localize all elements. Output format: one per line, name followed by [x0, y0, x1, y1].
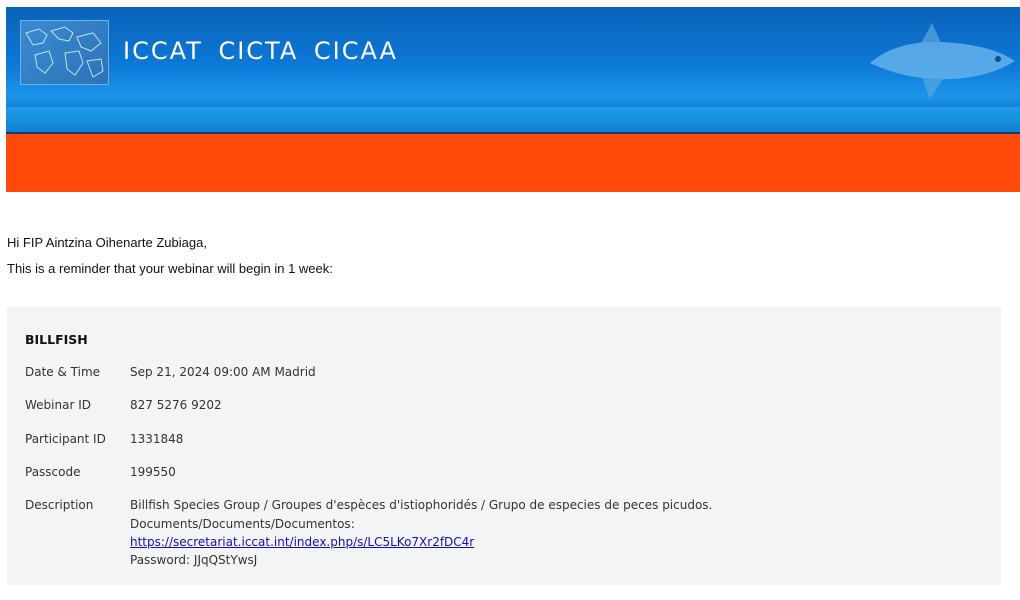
date-time-label: Date & Time: [25, 365, 101, 379]
description-line-1: Billfish Species Group / Groupes d'espèc…: [130, 498, 713, 512]
orange-accent-bar: [6, 134, 1020, 192]
webinar-id-value: 827 5276 9202: [130, 398, 222, 412]
passcode-label: Passcode: [25, 465, 81, 479]
webinar-title: BILLFISH: [25, 332, 88, 347]
passcode-value: 199550: [130, 465, 176, 479]
webinar-id-label: Webinar ID: [25, 398, 91, 412]
org-name: ICCAT CICTA CICAA: [123, 37, 398, 65]
webinar-details-card: BILLFISH Date & Time Sep 21, 2024 09:00 …: [7, 307, 1001, 585]
header-banner: ICCAT CICTA CICAA: [6, 7, 1020, 134]
description-line-2: Documents/Documents/Documentos:: [130, 517, 355, 531]
description-label: Description: [25, 498, 94, 512]
description-link-wrap: https://secretariat.iccat.int/index.php/…: [130, 535, 474, 549]
description-password: Password: JJqQStYwsJ: [130, 553, 258, 567]
intro-text: This is a reminder that your webinar wil…: [7, 261, 333, 276]
banner-band: [6, 107, 1020, 134]
world-map-logo: [20, 20, 109, 85]
participant-id-value: 1331848: [130, 432, 184, 446]
participant-id-label: Participant ID: [25, 432, 106, 446]
date-time-value: Sep 21, 2024 09:00 AM Madrid: [130, 365, 316, 379]
greeting-text: Hi FIP Aintzina Oihenarte Zubiaga,: [7, 235, 207, 250]
tuna-fish-icon: [860, 15, 1020, 103]
documents-link[interactable]: https://secretariat.iccat.int/index.php/…: [130, 535, 474, 549]
